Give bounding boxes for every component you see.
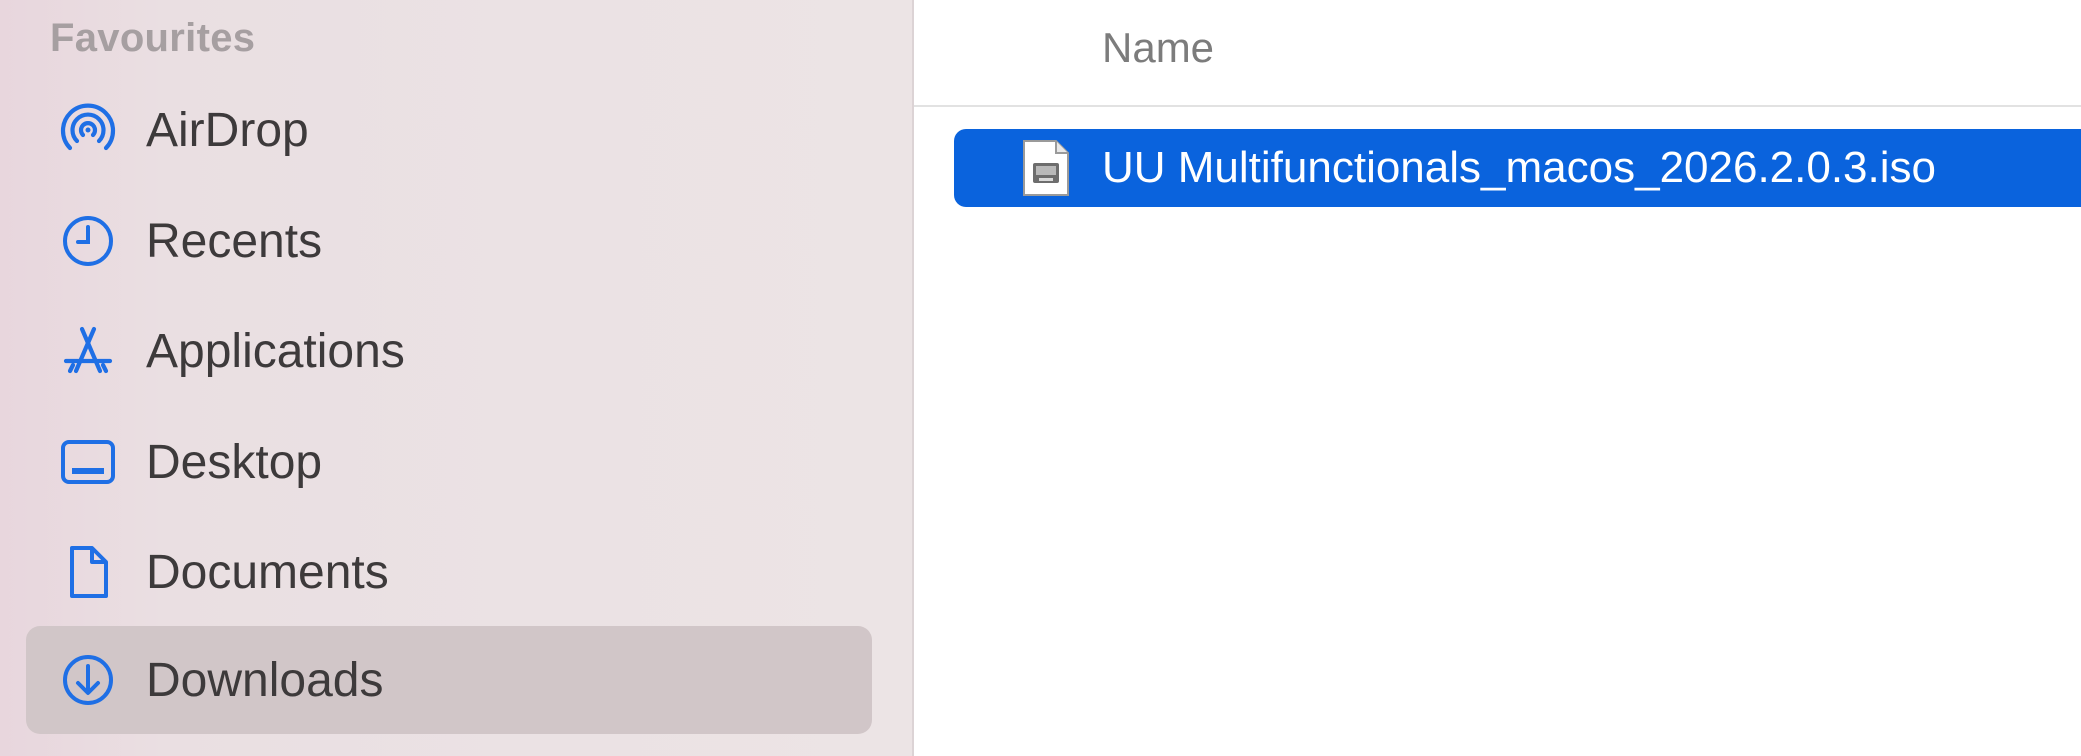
sidebar-item-label: AirDrop [146,103,309,157]
sidebar-item-airdrop[interactable]: AirDrop [26,76,872,184]
sidebar: Favourites AirDrop Recents Applications … [0,0,914,756]
column-header-name[interactable]: Name [1102,24,1214,72]
document-icon [52,536,124,608]
finder-window: Favourites AirDrop Recents Applications … [0,0,2081,756]
sidebar-item-desktop[interactable]: Desktop [26,408,872,516]
clock-icon [52,205,124,277]
sidebar-section-title: Favourites [50,16,256,60]
sidebar-item-label: Desktop [146,435,323,489]
sidebar-item-documents[interactable]: Documents [26,518,872,626]
sidebar-item-downloads[interactable]: Downloads [26,626,872,734]
airdrop-icon [52,94,124,166]
file-list: Name UU Multifunctionals_macos_2026.2.0.… [914,0,2081,756]
sidebar-item-label: Downloads [146,653,384,707]
sidebar-item-label: Recents [146,214,323,268]
sidebar-item-applications[interactable]: Applications [26,297,872,405]
file-row[interactable]: UU Multifunctionals_macos_2026.2.0.3.iso [954,129,2081,207]
sidebar-item-recents[interactable]: Recents [26,187,872,295]
file-name: UU Multifunctionals_macos_2026.2.0.3.iso [1102,143,1937,192]
disk-image-file-icon [1022,139,1070,197]
applications-icon [52,315,124,387]
download-icon [52,644,124,716]
desktop-icon [52,426,124,498]
sidebar-item-label: Applications [146,324,405,378]
sidebar-item-label: Documents [146,545,389,599]
column-header: Name [914,0,2081,107]
